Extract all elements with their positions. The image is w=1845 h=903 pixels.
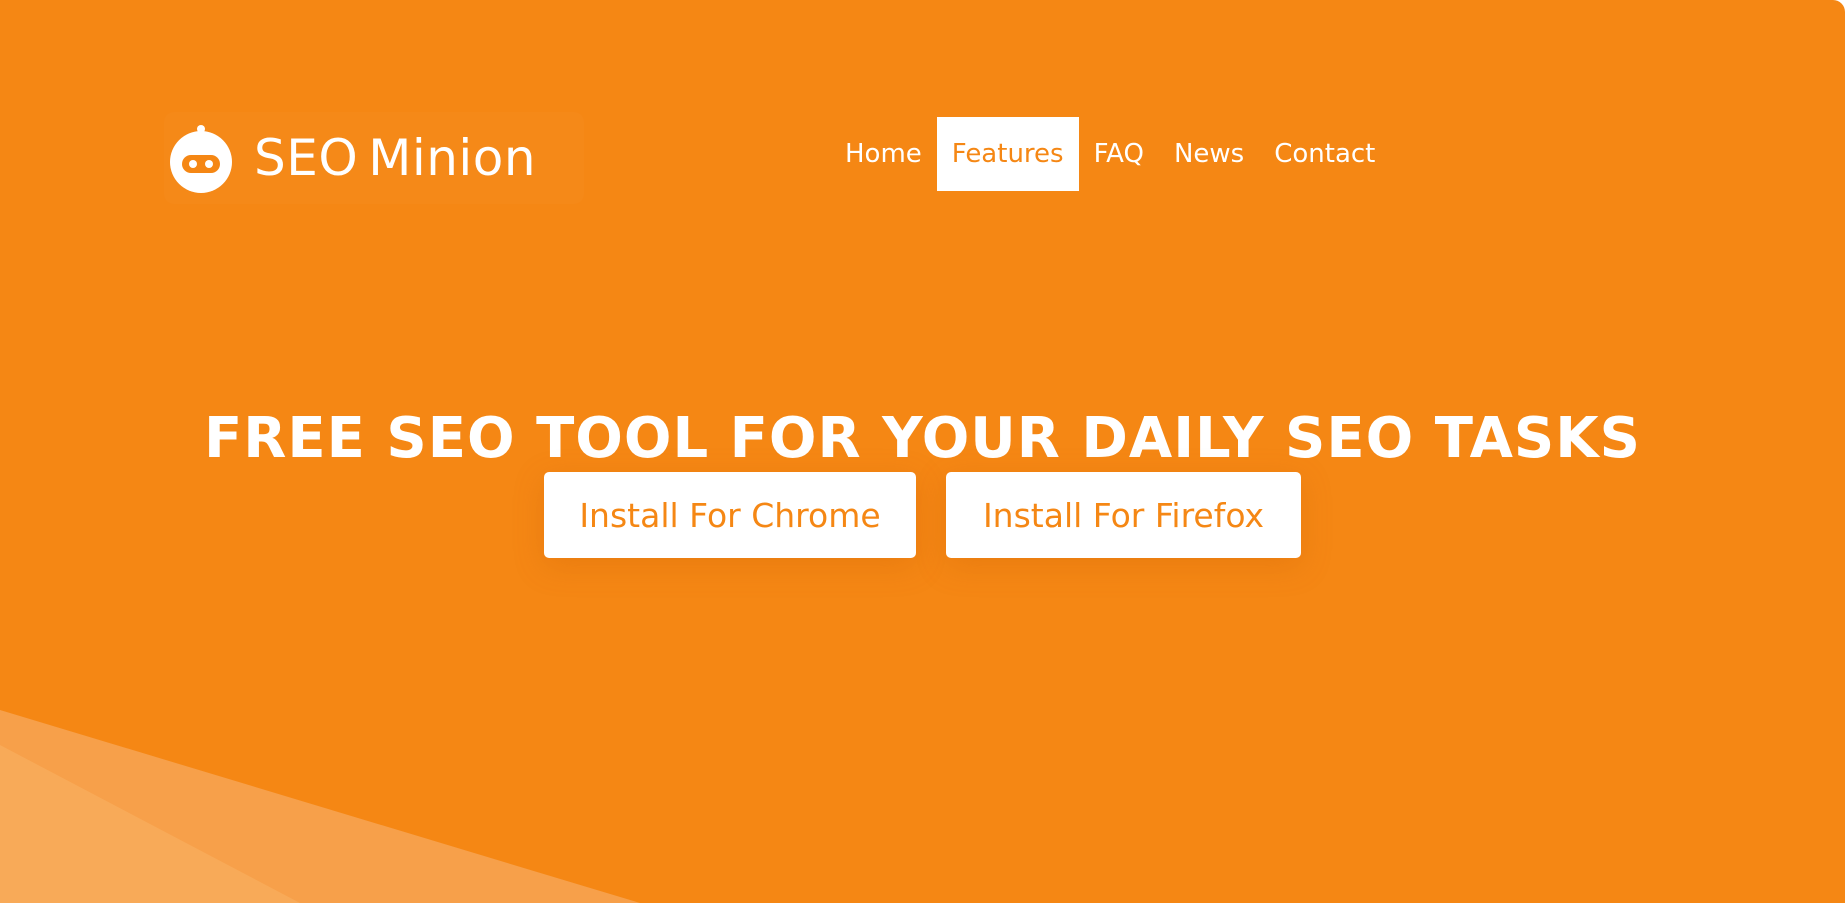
- nav-item-contact[interactable]: Contact: [1259, 117, 1390, 191]
- main-nav: Home Features FAQ News Contact: [830, 117, 1390, 191]
- hero-headline: FREE SEO TOOL FOR YOUR DAILY SEO TASKS: [204, 405, 1641, 471]
- logo-word-seo: SEO: [254, 129, 359, 187]
- site-logo[interactable]: SEO Minion: [164, 112, 584, 204]
- nav-item-home[interactable]: Home: [830, 117, 937, 191]
- logo-word-minion: Minion: [368, 129, 537, 187]
- nav-item-news[interactable]: News: [1159, 117, 1259, 191]
- nav-item-features[interactable]: Features: [936, 117, 1079, 191]
- install-chrome-button[interactable]: Install For Chrome: [544, 472, 916, 558]
- hero-section: SEO Minion Home Features FAQ News Contact…: [0, 0, 1845, 903]
- nav-item-faq[interactable]: FAQ: [1079, 117, 1159, 191]
- logo-wordmark: SEO Minion: [254, 133, 536, 183]
- install-firefox-button[interactable]: Install For Firefox: [946, 472, 1301, 558]
- robot-icon: [170, 125, 232, 193]
